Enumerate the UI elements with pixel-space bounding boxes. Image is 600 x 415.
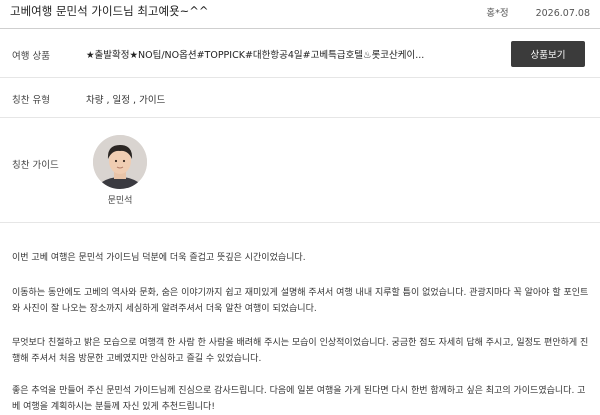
review-paragraph: 좋은 추억을 만들어 주신 문민석 가이드님께 진심으로 감사드립니다. 다음에… xyxy=(12,386,586,412)
product-label: 여행 상품 xyxy=(12,51,50,62)
guide-name: 문민석 xyxy=(107,196,133,206)
page-title: 고베여행 문민석 가이드님 최고예욧~^^ xyxy=(10,4,209,18)
review-date: 2026.07.08 xyxy=(535,8,590,19)
row-divider xyxy=(0,117,600,118)
view-product-button[interactable]: 상품보기 xyxy=(511,41,585,67)
header-divider xyxy=(0,28,600,29)
product-name: ★출발확정★NO팁/NO옵션#TOPPICK#대한항공4일#고베특급호텔♨롯코산… xyxy=(86,50,425,61)
praise-type-label: 칭찬 유형 xyxy=(12,95,50,106)
author-name: 홍*정 xyxy=(486,8,509,19)
person-photo-icon xyxy=(93,135,147,189)
row-divider xyxy=(0,222,600,223)
review-header: 고베여행 문민석 가이드님 최고예욧~^^ 홍*정 2026.07.08 xyxy=(0,0,600,28)
row-divider xyxy=(0,77,600,78)
review-paragraph: 이동하는 동안에도 고베의 역사와 문화, 숨은 이야기까지 쉽고 재미있게 설… xyxy=(12,288,589,314)
review-paragraph: 무엇보다 친절하고 밝은 모습으로 여행객 한 사람 한 사람을 배려해 주시는… xyxy=(12,338,589,364)
praise-type-value: 차량 , 일정 , 가이드 xyxy=(86,95,166,106)
review-meta: 홍*정 2026.07.08 xyxy=(486,5,590,19)
guide-avatar xyxy=(93,135,147,189)
praise-guide-label: 칭찬 가이드 xyxy=(12,160,59,171)
review-paragraph: 이번 고베 여행은 문민석 가이드님 덕분에 더욱 즐겁고 뜻깊은 시간이었습니… xyxy=(12,253,306,263)
